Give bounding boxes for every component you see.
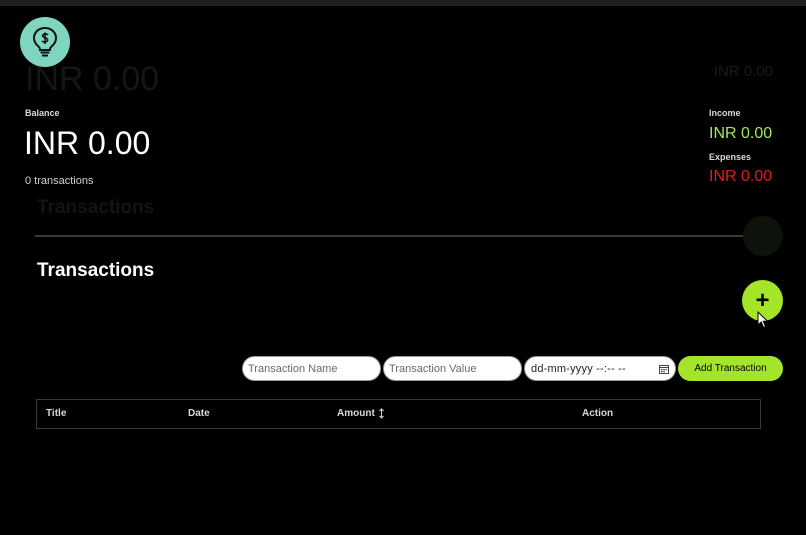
income-value: INR 0.00 <box>709 125 773 142</box>
lightbulb-dollar-icon <box>32 26 58 57</box>
expenses-value: INR 0.00 <box>709 168 773 185</box>
column-header-action: Action <box>582 408 614 419</box>
calendar-icon[interactable] <box>659 364 669 374</box>
balance-label: Balance <box>25 108 60 118</box>
section-divider <box>35 235 763 237</box>
transactions-title: Transactions <box>37 260 155 281</box>
transactions-table: Title Date Amount Action <box>36 399 761 429</box>
transaction-date-input[interactable]: dd-mm-yyyy --:-- -- <box>524 356 676 381</box>
balance-value: INR 0.00 <box>24 125 151 161</box>
transaction-count: 0 transactions <box>25 175 94 187</box>
sort-arrows-icon[interactable] <box>378 408 385 419</box>
ghost-right-value: INR 0.00 <box>713 63 773 80</box>
column-header-amount[interactable]: Amount <box>337 408 385 419</box>
transaction-value-input[interactable] <box>383 356 522 381</box>
column-header-title: Title <box>46 408 67 419</box>
column-header-date: Date <box>188 408 210 419</box>
date-placeholder: dd-mm-yyyy --:-- -- <box>531 362 626 375</box>
window-top-bar <box>0 0 806 6</box>
income-label: Income <box>709 108 741 118</box>
ghost-balance-value: INR 0.00 <box>25 60 160 98</box>
ghost-transactions-title: Transactions <box>37 197 155 218</box>
add-transaction-button[interactable]: Add Transaction <box>678 356 783 381</box>
ghost-add-button <box>743 216 783 256</box>
transaction-name-input[interactable] <box>242 356 381 381</box>
mouse-cursor-icon <box>757 311 769 329</box>
column-header-amount-label: Amount <box>337 408 375 419</box>
expenses-label: Expenses <box>709 152 752 162</box>
